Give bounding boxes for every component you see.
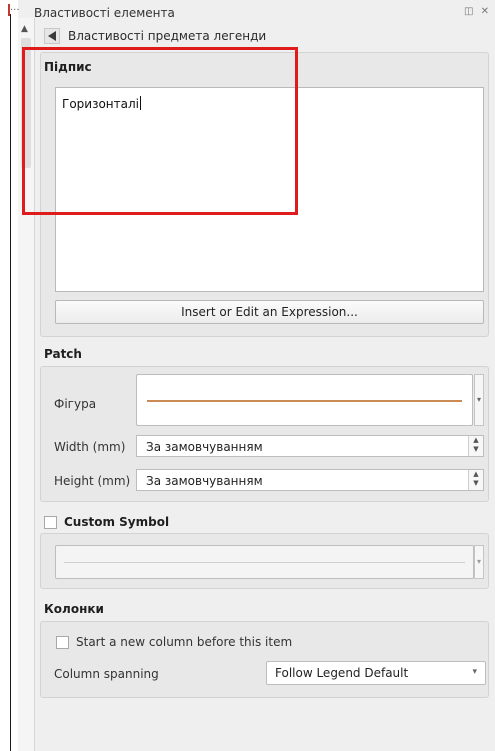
frame-divider: [10, 14, 11, 751]
new-column-label[interactable]: Start a new column before this item: [76, 635, 292, 649]
columns-panel: [40, 621, 489, 698]
column-spanning-value: Follow Legend Default: [275, 666, 409, 680]
panel-titlebar: Властивості елемента ◫ ✕: [34, 0, 495, 22]
height-label: Height (mm): [54, 474, 131, 488]
height-stepper-icon[interactable]: ▲ ▼: [468, 470, 483, 490]
chevron-down-icon: ▾: [472, 667, 477, 677]
new-column-checkbox[interactable]: [56, 636, 69, 649]
width-stepper-icon[interactable]: ▲ ▼: [468, 436, 483, 456]
scroll-up-icon[interactable]: ▲: [21, 24, 28, 34]
insert-expression-button[interactable]: Insert or Edit an Expression...: [55, 300, 484, 324]
left-frame: ...: [0, 0, 20, 751]
patch-dropdown-icon[interactable]: ▾: [474, 374, 484, 426]
custom-symbol-selector: [55, 545, 474, 579]
custom-symbol-dropdown-icon: ▾: [474, 545, 484, 579]
ellipsis-icon: ...: [10, 2, 20, 13]
back-arrow-icon: [48, 31, 56, 41]
height-value: За замовчуванням: [146, 474, 263, 488]
highlight-rectangle: [22, 47, 298, 215]
figure-label: Фігура: [54, 397, 97, 411]
width-spinbox[interactable]: За замовчуванням ▲ ▼: [136, 435, 484, 457]
patch-section-title: Patch: [44, 347, 82, 361]
panel-title: Властивості елемента: [34, 6, 175, 20]
patch-shape-button[interactable]: [136, 374, 473, 426]
symbol-preview-line: [64, 562, 465, 563]
patch-line-preview: [147, 400, 462, 402]
height-spinbox[interactable]: За замовчуванням ▲ ▼: [136, 469, 484, 491]
custom-symbol-checkbox[interactable]: [44, 516, 57, 529]
column-spanning-dropdown[interactable]: Follow Legend Default ▾: [266, 661, 486, 685]
columns-section-title: Колонки: [44, 602, 104, 616]
width-value: За замовчуванням: [146, 440, 263, 454]
float-close-icons[interactable]: ◫ ✕: [464, 6, 491, 17]
breadcrumb: Властивості предмета легенди: [34, 26, 495, 46]
custom-symbol-label[interactable]: Custom Symbol: [64, 515, 169, 529]
width-label: Width (mm): [54, 440, 126, 454]
back-button[interactable]: [44, 28, 60, 44]
breadcrumb-label: Властивості предмета легенди: [68, 29, 267, 43]
column-spanning-label: Column spanning: [54, 667, 159, 681]
